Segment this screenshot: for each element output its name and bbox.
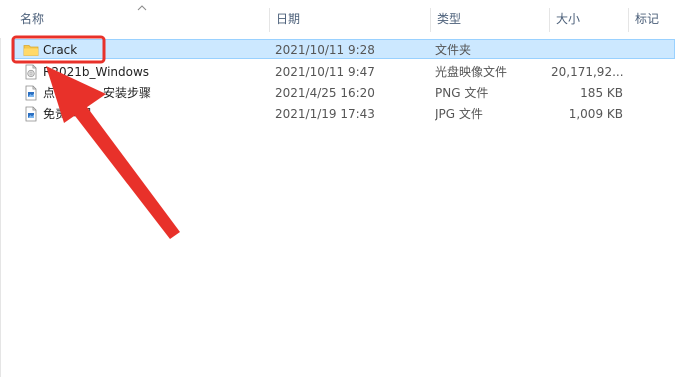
file-row-disclaimer[interactable]: 免责声明 2021/1/19 17:43 JPG 文件 1,009 KB — [14, 103, 675, 123]
file-row-crack[interactable]: Crack 2021/10/11 9:28 文件夹 — [14, 39, 675, 59]
file-type: PNG 文件 — [435, 86, 489, 100]
file-explorer-view: 名称 日期 类型 大小 标记 Crack 2021/10/11 9:28 文件夹… — [0, 0, 675, 377]
column-header: 名称 日期 类型 大小 标记 — [0, 0, 675, 38]
file-name: 点我获取 - 安装步骤 — [43, 86, 151, 100]
folder-icon — [23, 45, 39, 56]
file-date: 2021/10/11 9:47 — [275, 65, 375, 79]
file-name: R2021b_Windows — [43, 65, 150, 79]
file-date: 2021/10/11 9:28 — [275, 43, 375, 57]
column-header-date[interactable]: 日期 — [270, 0, 430, 38]
pane-border — [0, 0, 1, 377]
file-name: 免责声明 — [43, 107, 92, 121]
image-file-icon — [25, 106, 37, 122]
column-header-type[interactable]: 类型 — [431, 0, 549, 38]
file-row-install-steps[interactable]: 点我获取 - 安装步骤 2021/4/25 16:20 PNG 文件 185 K… — [14, 82, 675, 102]
column-header-size[interactable]: 大小 — [550, 0, 628, 38]
file-size: 20,171,92... — [551, 65, 623, 79]
column-header-name[interactable]: 名称 — [14, 0, 269, 38]
file-type: JPG 文件 — [435, 107, 483, 121]
file-date: 2021/4/25 16:20 — [275, 86, 375, 100]
file-size: 1,009 KB — [568, 107, 623, 121]
image-file-icon — [25, 85, 37, 101]
file-date: 2021/1/19 17:43 — [275, 107, 375, 121]
file-type: 光盘映像文件 — [435, 65, 508, 79]
disc-image-file-icon — [25, 64, 37, 80]
file-name: Crack — [43, 43, 78, 57]
file-size — [551, 40, 623, 60]
file-type: 文件夹 — [435, 43, 472, 57]
file-size: 185 KB — [580, 86, 623, 100]
column-header-tags[interactable]: 标记 — [629, 0, 675, 38]
file-row-r2021b-windows[interactable]: R2021b_Windows 2021/10/11 9:47 光盘映像文件 20… — [14, 61, 675, 81]
